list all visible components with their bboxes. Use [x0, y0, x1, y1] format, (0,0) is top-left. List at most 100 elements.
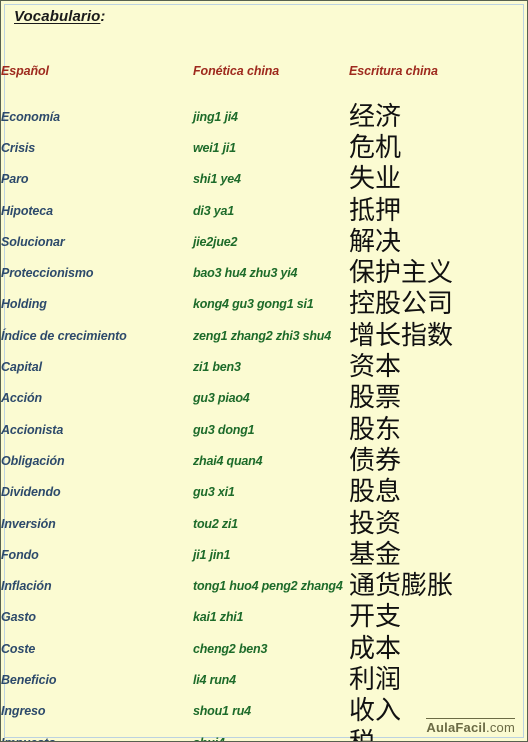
cell-spanish: Impuesto: [1, 727, 193, 741]
chinese-characters: 投资: [349, 508, 402, 539]
cell-spanish: Dividendo: [1, 485, 61, 500]
cell-writing: 资本: [349, 351, 527, 383]
cell-phonetic: jie2jue2: [193, 234, 238, 249]
page-title: Vocabulario:: [14, 8, 106, 26]
chinese-characters: 失业: [349, 164, 402, 195]
cell-spanish: Capital: [1, 360, 42, 375]
chinese-characters: 增长指数: [349, 320, 454, 351]
site-watermark: AulaFacil.com: [426, 718, 515, 735]
cell-writing: 股息: [349, 477, 527, 508]
cell-phonetic: zhai4 quan4: [193, 453, 263, 468]
chinese-characters: 股票: [349, 383, 402, 414]
cell-spanish: Acción: [1, 391, 43, 406]
cell-phonetic: jing1 ji4: [193, 109, 238, 124]
table-row: Proteccionismo bao3 hu4 zhu3 yi4 保护主义: [1, 257, 527, 288]
cell-phonetic: bao3 hu4 zhu3 yi4: [193, 266, 298, 281]
cell-phonetic: wei1 ji1: [193, 140, 236, 155]
table-row: Crisis wei1 ji1 危机: [1, 132, 527, 163]
cell-spanish: Holding: [1, 297, 47, 312]
chinese-characters: 利润: [349, 664, 402, 695]
chinese-characters: 开支: [349, 602, 402, 633]
page-title-text: Vocabulario:: [14, 8, 106, 25]
table-row: Accionista gu3 dong1 股东: [1, 414, 527, 445]
table-row: Capital zi1 ben3 资本: [1, 351, 527, 383]
chinese-characters: 抵押: [349, 195, 402, 226]
table-row: Inflación tong1 huo4 peng2 zhang4 通货膨胀: [1, 570, 527, 602]
chinese-characters: 基金: [349, 539, 402, 570]
table-row: Dividendo gu3 xi1 股息: [1, 477, 527, 508]
cell-phonetic: di3 ya1: [193, 203, 234, 218]
cell-writing: 经济: [349, 101, 527, 132]
table-row: Beneficio li4 run4 利润: [1, 664, 527, 695]
chinese-characters: 通货膨胀: [349, 571, 454, 602]
chinese-characters: 危机: [349, 132, 402, 163]
cell-phonetic: zi1 ben3: [193, 360, 241, 375]
table-row: Paro shi1 ye4 失业: [1, 164, 527, 195]
cell-phonetic: ji1 jin1: [193, 547, 231, 562]
column-header-spanish: Español: [1, 64, 49, 78]
table-row: Holding kong4 gu3 gong1 si1 控股公司: [1, 289, 527, 320]
cell-phonetic: li4 run4: [193, 672, 236, 687]
cell-phonetic: gu3 xi1: [193, 485, 235, 500]
cell-spanish: Ingreso: [1, 704, 46, 719]
chinese-characters: 控股公司: [349, 289, 454, 320]
cell-writing: 通货膨胀: [349, 570, 527, 602]
table-row: Obligación zhai4 quan4 债券: [1, 445, 527, 476]
chinese-characters: 股息: [349, 477, 402, 508]
cell-writing: 股票: [349, 383, 527, 414]
chinese-characters: 税: [349, 730, 375, 741]
cell-writing: 利润: [349, 664, 527, 695]
cell-phonetic: shou1 ru4: [193, 704, 251, 719]
cell-phonetic: cheng2 ben3: [193, 641, 268, 656]
watermark-site-name: AulaFacil: [426, 720, 487, 735]
cell-writing: 解决: [349, 226, 527, 257]
table-row: Economía jing1 ji4 经济: [1, 101, 527, 132]
table-row: Solucionar jie2jue2 解决: [1, 226, 527, 257]
cell-phonetic: zeng1 zhang2 zhi3 shu4: [193, 328, 331, 343]
chinese-characters: 股东: [349, 414, 402, 445]
cell-phonetic: gu3 piao4: [193, 391, 250, 406]
page-title-colon: :: [100, 8, 106, 25]
spacer-cell-phonetic: [193, 84, 349, 101]
cell-spanish: Crisis: [1, 140, 36, 155]
cell-phonetic: tou2 zi1: [193, 516, 238, 531]
cell-phonetic: gu3 dong1: [193, 422, 255, 437]
chinese-characters: 成本: [349, 633, 402, 664]
cell-writing: 基金: [349, 539, 527, 570]
cell-phonetic: shi1 ye4: [193, 172, 241, 187]
cell-writing: 债券: [349, 445, 527, 476]
cell-phonetic: shui4: [193, 727, 349, 741]
spacer-cell-spanish: [1, 84, 193, 101]
cell-spanish: Inflación: [1, 579, 52, 594]
cell-spanish: Economía: [1, 109, 60, 124]
cell-writing: 失业: [349, 164, 527, 195]
watermark-tld: .com: [486, 720, 515, 735]
cell-spanish: Índice de crecimiento: [1, 328, 127, 343]
table-row: Coste cheng2 ben3 成本: [1, 633, 527, 664]
table-header-row: Español Fonética china Escritura china: [1, 58, 527, 84]
table-row: Gasto kai1 zhi1 开支: [1, 602, 527, 633]
cell-writing: 开支: [349, 602, 527, 633]
table-row: Inversión tou2 zi1 投资: [1, 508, 527, 539]
vocabulary-card: Vocabulario: Español Fonética china Escr…: [0, 0, 528, 742]
cell-spanish: Solucionar: [1, 234, 65, 249]
column-header-writing: Escritura china: [349, 64, 438, 78]
cell-writing: 投资: [349, 508, 527, 539]
cell-spanish: Paro: [1, 172, 29, 187]
table-row: Índice de crecimiento zeng1 zhang2 zhi3 s…: [1, 320, 527, 351]
chinese-characters: 资本: [349, 352, 402, 383]
cell-phonetic: kai1 zhi1: [193, 610, 244, 625]
cell-spanish: Hipoteca: [1, 203, 53, 218]
cell-writing: 增长指数: [349, 320, 527, 351]
cell-spanish: Inversión: [1, 516, 56, 531]
chinese-characters: 收入: [349, 696, 402, 727]
header-spacer-row: [1, 84, 527, 101]
cell-phonetic: tong1 huo4 peng2 zhang4: [193, 579, 343, 594]
page-title-word: Vocabulario: [14, 8, 101, 25]
cell-writing: 抵押: [349, 195, 527, 226]
cell-writing: 控股公司: [349, 289, 527, 320]
chinese-characters: 解决: [349, 226, 402, 257]
cell-spanish: Fondo: [1, 547, 39, 562]
cell-spanish: Obligación: [1, 453, 65, 468]
cell-spanish: Gasto: [1, 610, 36, 625]
